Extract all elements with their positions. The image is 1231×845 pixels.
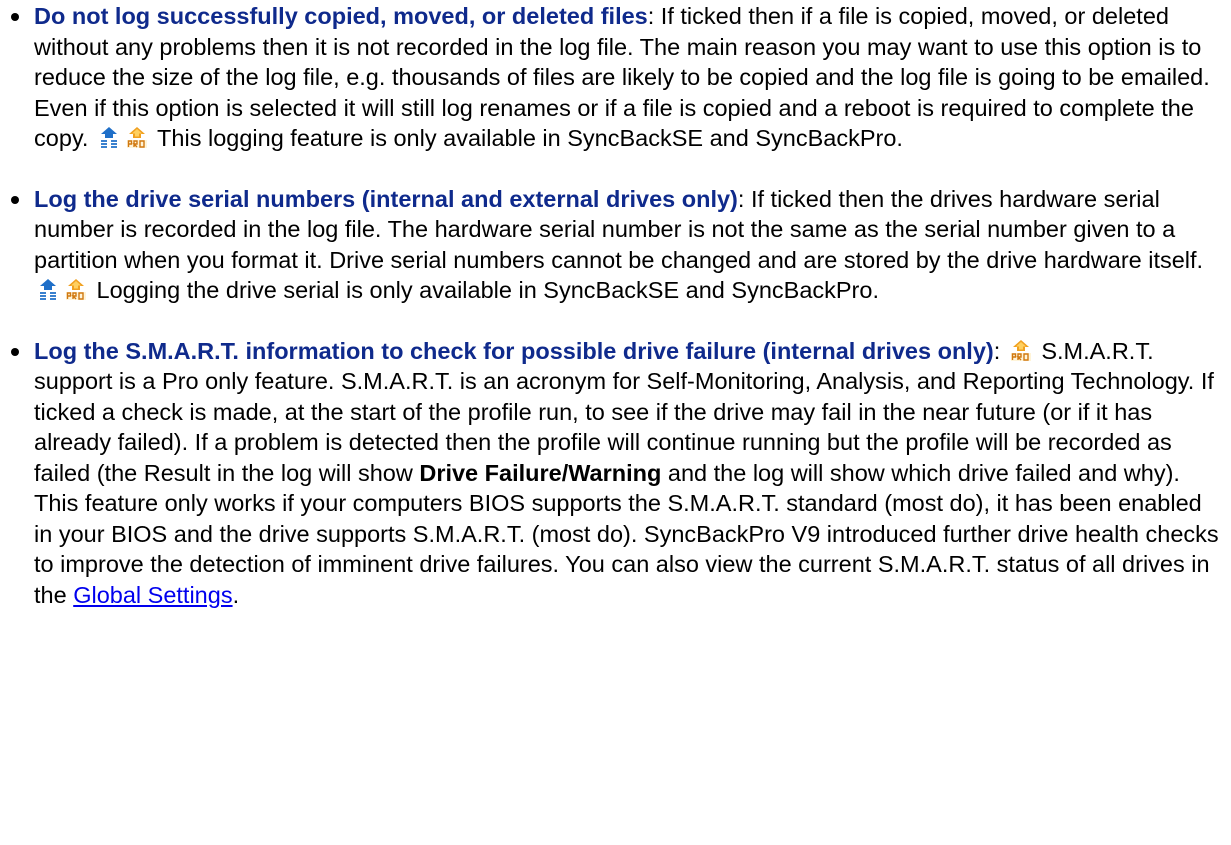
result-status-text: Drive Failure/Warning [419,459,662,486]
option-item-drive-serial: Log the drive serial numbers (internal a… [0,184,1231,306]
syncbackpro-icon [1009,338,1033,362]
syncbackse-icon [97,125,121,149]
syncbackpro-icon [64,277,88,301]
option-title: Do not log successfully copied, moved, o… [34,3,648,29]
option-description-end: . [232,581,240,608]
option-description-prefix [1000,338,1007,364]
global-settings-link[interactable]: Global Settings [73,582,232,608]
bullet [11,13,19,21]
syncbackpro-icon [125,125,149,149]
option-availability: Logging the drive serial is only availab… [90,277,879,303]
option-item-smart: Log the S.M.A.R.T. information to check … [0,336,1231,611]
syncbackse-icon [36,277,60,301]
option-item-no-log-successful: Do not log successfully copied, moved, o… [0,1,1231,154]
option-title: Log the S.M.A.R.T. information to check … [34,337,994,364]
options-list: Do not log successfully copied, moved, o… [0,1,1231,610]
option-availability: This logging feature is only available i… [150,125,903,151]
bullet [11,347,19,356]
bullet [11,195,19,204]
option-title: Log the drive serial numbers (internal a… [34,185,738,212]
